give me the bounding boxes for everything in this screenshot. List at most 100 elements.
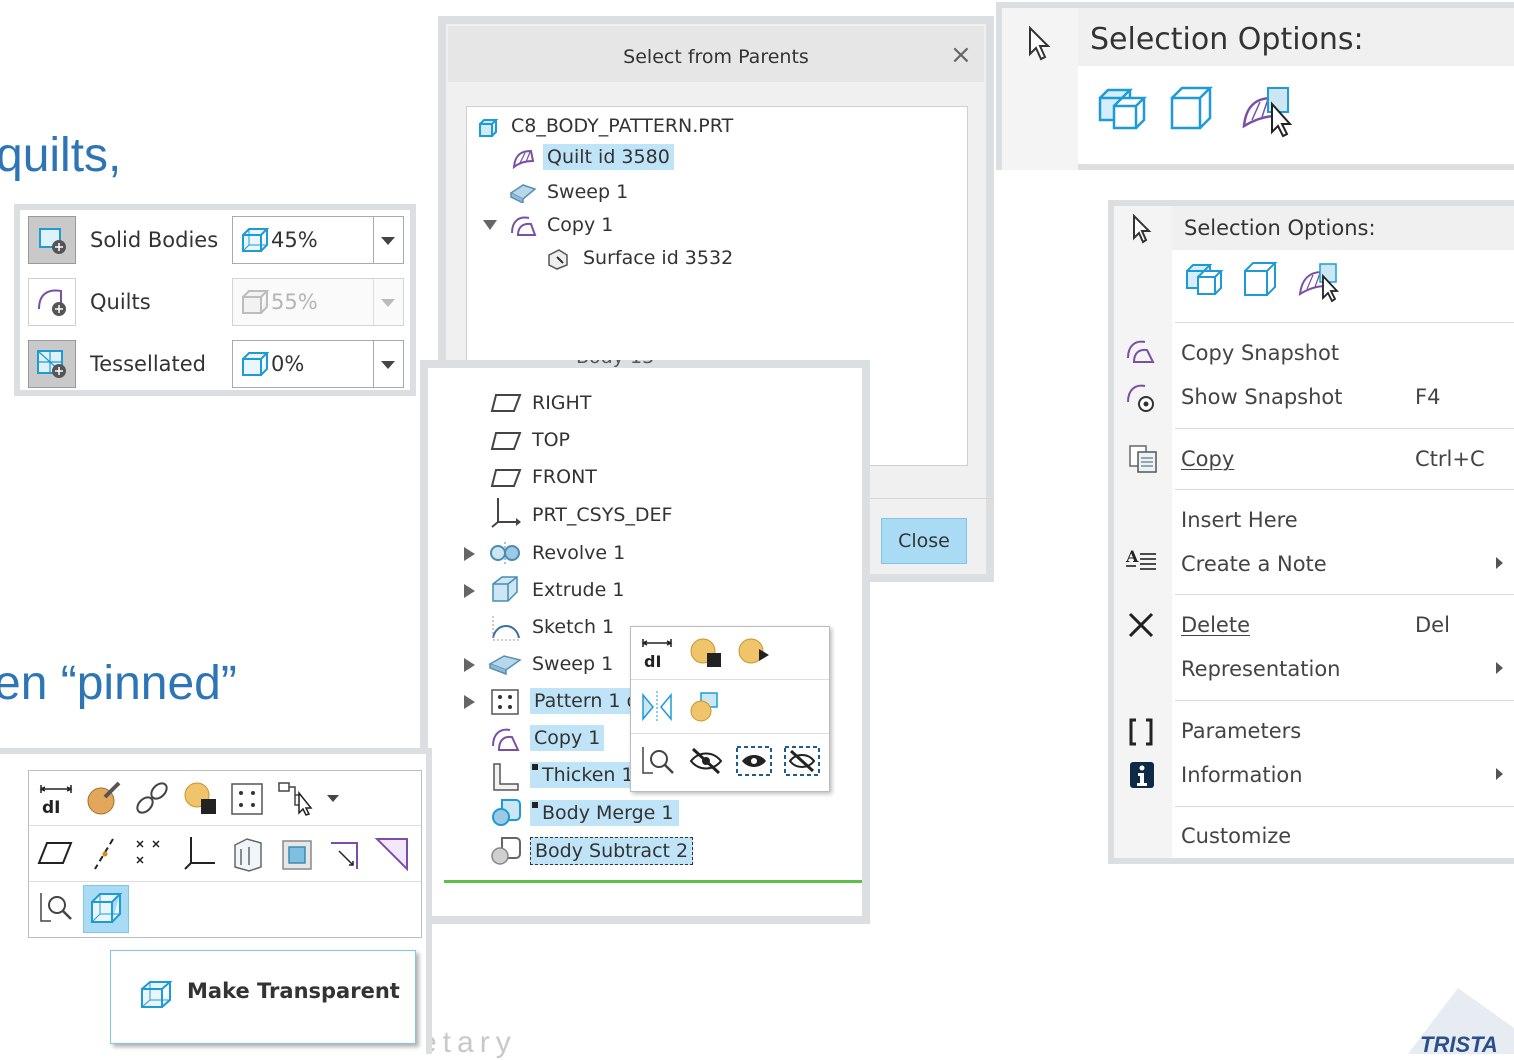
select-body-icon[interactable] (1184, 260, 1228, 302)
solid-display-icon[interactable] (277, 835, 315, 873)
menu-copy[interactable]: Copy (1181, 447, 1234, 471)
appearance-brush-icon[interactable] (85, 779, 123, 817)
tree-item-sweep[interactable]: Sweep 1 (547, 181, 628, 203)
quilts-toggle[interactable] (28, 278, 76, 326)
pattern-icon[interactable] (229, 781, 265, 817)
tree-item-body-merge[interactable]: Body Merge 1 (530, 800, 680, 826)
menu-copy-snapshot[interactable]: Copy Snapshot (1181, 341, 1339, 365)
tree-item-sketch[interactable]: Sketch 1 (532, 616, 614, 638)
csys-icon[interactable] (181, 833, 219, 873)
tristar-logo: TRISTA (1388, 988, 1514, 1057)
selection-options-title: Selection Options: (1090, 22, 1364, 57)
menu-show-snapshot-shortcut: F4 (1415, 385, 1441, 409)
hide-icon[interactable] (687, 743, 725, 779)
tree-item-sweep[interactable]: Sweep 1 (532, 653, 613, 675)
part-icon (479, 119, 499, 137)
sweep-icon (509, 184, 537, 203)
zoom-to-selected-icon[interactable] (37, 889, 75, 927)
cube-icon (91, 893, 123, 923)
menu-parameters[interactable]: Parameters (1181, 719, 1301, 743)
tree-item-thicken[interactable]: Thicken 1 (530, 762, 634, 788)
expand-caret-icon[interactable] (464, 658, 475, 672)
insert-indicator (444, 880, 862, 883)
body-appearance-icon[interactable] (687, 689, 725, 725)
menu-create-note[interactable]: Create a Note (1181, 552, 1327, 576)
expand-caret-icon[interactable] (483, 220, 497, 230)
menu-insert-here[interactable]: Insert Here (1181, 508, 1298, 532)
menu-delete[interactable]: Delete (1181, 613, 1250, 637)
sweep-icon (488, 655, 522, 676)
tree-item-copy[interactable]: Copy 1 (547, 214, 613, 236)
hide-others-icon[interactable] (783, 743, 821, 779)
tooltip-label: Make Transparent (187, 979, 400, 1003)
solid-bodies-toggle[interactable] (28, 216, 76, 264)
expand-caret-icon[interactable] (464, 695, 475, 709)
tree-item-csys[interactable]: PRT_CSYS_DEF (532, 504, 672, 526)
tessellated-dropdown[interactable]: 0% (232, 340, 404, 388)
tree-item-front[interactable]: FRONT (532, 466, 597, 488)
select-solid-icon[interactable] (1242, 260, 1282, 302)
cube-icon (242, 228, 270, 252)
chevron-down-icon[interactable] (327, 795, 339, 802)
appearance-icon[interactable] (687, 635, 725, 671)
dimension-icon[interactable]: dI (37, 781, 75, 817)
tree-item-right[interactable]: RIGHT (532, 392, 591, 414)
triangle-surface-icon[interactable] (373, 835, 411, 873)
make-transparent-button[interactable] (83, 885, 129, 933)
dialog-close-icon[interactable]: × (950, 40, 972, 70)
select-quilt-icon[interactable] (1296, 258, 1344, 304)
appearance-icon[interactable] (181, 779, 219, 817)
svg-text:A: A (1125, 547, 1139, 566)
select-solid-icon[interactable] (1168, 84, 1220, 138)
expand-caret-icon[interactable] (464, 547, 475, 561)
tree-item-copy[interactable]: Copy 1 (530, 725, 605, 751)
surface-shell-icon[interactable] (229, 835, 267, 873)
tree-item-surface[interactable]: Surface id 3532 (583, 247, 733, 269)
pinned-marker (532, 802, 538, 808)
menu-information[interactable]: Information (1181, 763, 1303, 787)
tree-item-top[interactable]: TOP (532, 429, 570, 451)
close-button[interactable]: Close (881, 518, 967, 564)
chevron-down-icon (381, 299, 395, 307)
submenu-arrow-icon (1496, 662, 1503, 674)
tessellated-toggle[interactable] (28, 340, 76, 388)
thicken-icon (493, 763, 519, 791)
tree-item-revolve[interactable]: Revolve 1 (532, 542, 625, 564)
pointer-icon[interactable] (1130, 214, 1154, 244)
menu-show-snapshot[interactable]: Show Snapshot (1181, 385, 1343, 409)
datum-axis-icon[interactable] (85, 835, 123, 873)
tree-item-quilt[interactable]: Quilt id 3580 (543, 144, 674, 170)
copy-icon (511, 216, 537, 236)
mirror-icon[interactable] (639, 689, 675, 725)
menu-customize[interactable]: Customize (1181, 824, 1291, 848)
datum-point-icon[interactable] (133, 835, 171, 873)
quilts-dropdown[interactable]: 55% (232, 278, 404, 326)
expand-caret-icon[interactable] (464, 584, 475, 598)
solid-bodies-dropdown[interactable]: 45% (232, 216, 404, 264)
tree-item-part[interactable]: C8_BODY_PATTERN.PRT (511, 115, 733, 137)
pointer-icon[interactable] (1026, 26, 1054, 62)
tree-item-pattern[interactable]: Pattern 1 o (530, 688, 632, 714)
select-body-icon[interactable] (1096, 84, 1152, 138)
transparency-panel: Solid Bodies 45% Quilts 55% Tessellated … (14, 204, 416, 396)
appearance-forward-icon[interactable] (735, 635, 773, 671)
tree-item-body-subtract[interactable]: Body Subtract 2 (530, 837, 694, 865)
menu-representation[interactable]: Representation (1181, 657, 1341, 681)
quilt-icon (512, 149, 535, 170)
context-menu-title: Selection Options: (1184, 216, 1376, 240)
show-icon[interactable] (735, 743, 773, 779)
submenu-arrow-icon (1496, 768, 1503, 780)
dimension-icon[interactable]: dI (639, 635, 675, 671)
link-icon[interactable] (133, 779, 171, 817)
select-quilt-icon[interactable] (1238, 80, 1298, 140)
copy-icon (1129, 445, 1157, 473)
dialog-title: Select from Parents (623, 46, 809, 68)
corner-icon[interactable] (325, 835, 363, 873)
zoom-to-selected-icon[interactable] (639, 743, 675, 779)
body-subtract-icon (491, 837, 521, 865)
select-tree-icon[interactable] (275, 779, 315, 817)
quilts-icon (38, 289, 66, 316)
datum-plane-icon[interactable] (37, 835, 75, 871)
tree-item-extrude[interactable]: Extrude 1 (532, 579, 624, 601)
toolbar-panel: dI Make Transparent (0, 748, 432, 1054)
